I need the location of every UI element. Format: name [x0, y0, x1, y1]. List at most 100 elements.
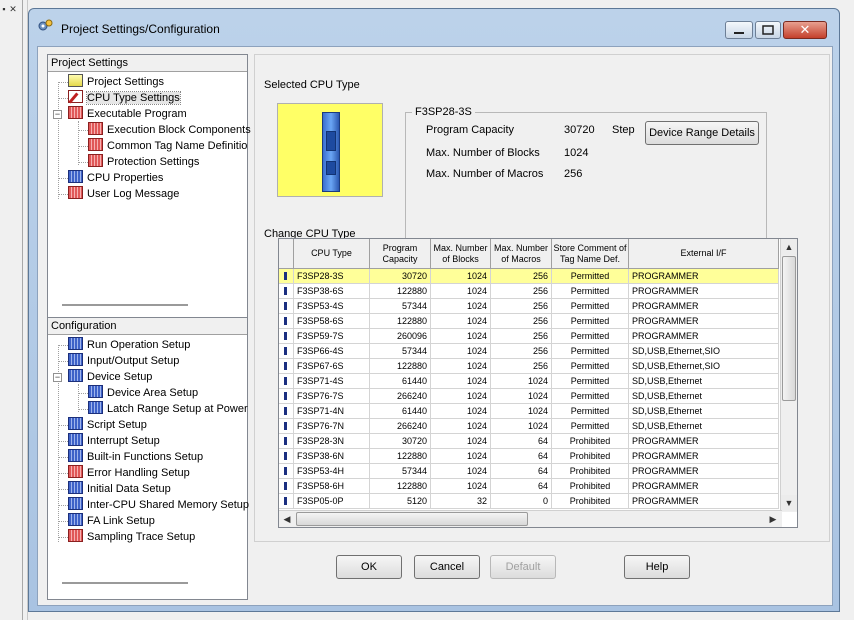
tree-item-common-tag-name-definitions[interactable]: Common Tag Name Definitions: [88, 138, 248, 154]
table-row[interactable]: F3SP58-6S 122880 1024 256 Permitted PROGRAMME…: [279, 314, 779, 329]
table-horizontal-scrollbar[interactable]: ◀ ▶: [279, 510, 782, 527]
tree-item-inter-cpu-shared-memory-setup[interactable]: Inter-CPU Shared Memory Setup: [68, 497, 249, 513]
cancel-button[interactable]: Cancel: [414, 555, 480, 579]
table-cell: 1024: [431, 374, 491, 388]
table-cell: PROGRAMMER: [629, 299, 779, 313]
setup-icon: [88, 401, 103, 414]
background-tick: ▪: [2, 4, 6, 14]
row-marker-icon: [284, 377, 287, 385]
table-row[interactable]: F3SP66-4S 57344 1024 256 Permitted SD,USB,Eth…: [279, 344, 779, 359]
table-row[interactable]: F3SP76-7S 266240 1024 1024 Permitted SD,USB,E…: [279, 389, 779, 404]
table-row[interactable]: F3SP53-4S 57344 1024 256 Permitted PROGRAMMER: [279, 299, 779, 314]
table-row[interactable]: F3SP38-6N 122880 1024 64 Prohibited PROGRAMME…: [279, 449, 779, 464]
row-marker: [279, 299, 294, 313]
tree-hscroll-thumb[interactable]: [62, 304, 188, 306]
table-cell: 1024: [431, 359, 491, 373]
table-cell: SD,USB,Ethernet: [629, 374, 779, 388]
project-settings-tree[interactable]: Project Settings − Project Settings CPU …: [47, 54, 251, 318]
tree-item-project-settings[interactable]: Project Settings: [68, 74, 164, 90]
program-capacity-unit: Step: [612, 124, 635, 136]
table-row[interactable]: F3SP58-6H 122880 1024 64 Prohibited PROGRAMME…: [279, 479, 779, 494]
scroll-thumb[interactable]: [782, 256, 796, 401]
title-bar[interactable]: Project Settings/Configuration ✕: [29, 9, 839, 39]
table-cell: Prohibited: [552, 464, 629, 478]
table-cell: 5120: [370, 494, 431, 508]
maximize-button[interactable]: [755, 21, 781, 39]
table-row[interactable]: F3SP67-6S 122880 1024 256 Permitted SD,USB,Et…: [279, 359, 779, 374]
table-vertical-scrollbar[interactable]: ▲ ▼: [780, 239, 797, 512]
tree-item-user-log-message[interactable]: User Log Message: [68, 186, 179, 202]
default-button[interactable]: Default: [490, 555, 556, 579]
tree-item-device-setup[interactable]: Device Setup: [68, 369, 152, 385]
tree-item-sampling-trace-setup[interactable]: Sampling Trace Setup: [68, 529, 195, 545]
tree-item-device-area-setup[interactable]: Device Area Setup: [88, 385, 198, 401]
tree-item-latch-range-setup[interactable]: Latch Range Setup at Power: [88, 401, 248, 417]
tree-item-error-handling-setup[interactable]: Error Handling Setup: [68, 465, 190, 481]
edit-pencil-icon: [68, 90, 83, 103]
scroll-up-icon[interactable]: ▲: [781, 239, 797, 255]
table-cell: 256: [491, 269, 552, 283]
table-row[interactable]: F3SP76-7N 266240 1024 1024 Permitted SD,USB,E…: [279, 419, 779, 434]
table-cell: 256: [491, 284, 552, 298]
cpu-type-table[interactable]: CPU Type Program Capacity Max. Number of…: [278, 238, 798, 528]
table-cell: PROGRAMMER: [629, 494, 779, 508]
minimize-button[interactable]: [725, 21, 753, 39]
tree-item-interrupt-setup[interactable]: Interrupt Setup: [68, 433, 160, 449]
column-header[interactable]: Max. Number of Macros: [491, 239, 552, 268]
scroll-right-icon[interactable]: ▶: [765, 511, 781, 527]
tree-item-fa-link-setup[interactable]: FA Link Setup: [68, 513, 155, 529]
table-row[interactable]: F3SP53-4H 57344 1024 64 Prohibited PROGRAMMER: [279, 464, 779, 479]
tree-item-run-operation-setup[interactable]: Run Operation Setup: [68, 337, 190, 353]
column-header[interactable]: Max. Number of Blocks: [431, 239, 491, 268]
table-row[interactable]: F3SP59-7S 260096 1024 256 Permitted PROGRAMME…: [279, 329, 779, 344]
device-range-details-button[interactable]: Device Range Details: [645, 121, 759, 145]
row-marker-icon: [284, 362, 287, 370]
collapse-icon[interactable]: −: [53, 373, 62, 382]
table-row[interactable]: F3SP28-3N 30720 1024 64 Prohibited PROGRAMMER: [279, 434, 779, 449]
close-button[interactable]: ✕: [783, 21, 827, 39]
table-cell: 57344: [370, 464, 431, 478]
column-header[interactable]: CPU Type: [294, 239, 370, 268]
table-row[interactable]: F3SP05-0P 5120 32 0 Prohibited PROGRAMMER: [279, 494, 779, 509]
tree-hscroll-thumb[interactable]: [62, 582, 188, 584]
help-button[interactable]: Help: [624, 555, 690, 579]
scroll-down-icon[interactable]: ▼: [781, 495, 797, 511]
table-cell: 256: [491, 299, 552, 313]
table-cell: Permitted: [552, 299, 629, 313]
tree-item-protection-settings[interactable]: Protection Settings: [88, 154, 199, 170]
scroll-thumb[interactable]: [296, 512, 528, 526]
table-cell: Prohibited: [552, 494, 629, 508]
row-marker-icon: [284, 287, 287, 295]
tree-item-execution-block-components[interactable]: Execution Block Components: [88, 122, 251, 138]
tree-item-script-setup[interactable]: Script Setup: [68, 417, 147, 433]
table-cell: 260096: [370, 329, 431, 343]
table-cell: 256: [491, 344, 552, 358]
column-header[interactable]: External I/F: [629, 239, 779, 268]
properties-icon: [68, 170, 83, 183]
table-row[interactable]: F3SP71-4N 61440 1024 1024 Permitted SD,USB,Et…: [279, 404, 779, 419]
tree-item-executable-program[interactable]: Executable Program: [68, 106, 187, 122]
tree-item-cpu-type-settings[interactable]: CPU Type Settings: [68, 90, 181, 106]
program-capacity-label: Program Capacity: [426, 124, 515, 136]
tree-line: [78, 384, 79, 412]
row-marker: [279, 404, 294, 418]
table-row[interactable]: F3SP28-3S 30720 1024 256 Permitted PROGRAMMER: [279, 269, 779, 284]
tree-item-initial-data-setup[interactable]: Initial Data Setup: [68, 481, 171, 497]
table-row[interactable]: F3SP71-4S 61440 1024 1024 Permitted SD,USB,Et…: [279, 374, 779, 389]
tree-item-input-output-setup[interactable]: Input/Output Setup: [68, 353, 179, 369]
table-cell: Permitted: [552, 314, 629, 328]
column-header[interactable]: Store Comment of Tag Name Def.: [552, 239, 629, 268]
collapse-icon[interactable]: −: [53, 110, 62, 119]
ok-button[interactable]: OK: [336, 555, 402, 579]
tree-item-built-in-functions-setup[interactable]: Built-in Functions Setup: [68, 449, 203, 465]
row-marker: [279, 434, 294, 448]
table-row[interactable]: F3SP38-6S 122880 1024 256 Permitted PROGRAMME…: [279, 284, 779, 299]
cpu-module-image: [277, 103, 383, 197]
table-cell: F3SP53-4H: [294, 464, 370, 478]
configuration-tree[interactable]: Configuration − Run Operation Setup Inpu…: [47, 317, 249, 600]
tree-item-cpu-properties[interactable]: CPU Properties: [68, 170, 163, 186]
configuration-header: Configuration: [48, 318, 247, 335]
scroll-left-icon[interactable]: ◀: [279, 511, 295, 527]
table-cell: 1024: [431, 404, 491, 418]
column-header[interactable]: Program Capacity: [370, 239, 431, 268]
